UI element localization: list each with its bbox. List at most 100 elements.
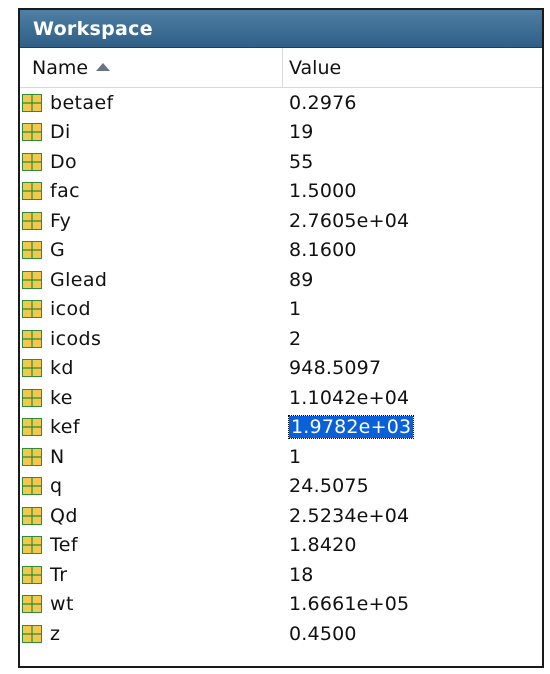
variable-value-cell[interactable]: 0.2976 xyxy=(283,92,542,114)
variable-value-cell[interactable]: 89 xyxy=(283,269,542,291)
variable-value-cell[interactable]: 24.5075 xyxy=(283,475,542,497)
variable-name: betaef xyxy=(50,91,114,114)
variable-name-cell[interactable]: icods xyxy=(20,328,283,350)
matrix-grid-icon xyxy=(22,211,42,230)
variable-name: N xyxy=(50,445,65,468)
variable-name: Glead xyxy=(50,268,108,291)
variable-name-cell[interactable]: Tr xyxy=(20,564,283,586)
variable-row[interactable]: z 0.4500 xyxy=(20,619,542,649)
variable-value-cell[interactable]: 2.7605e+04 xyxy=(283,210,542,232)
variable-name-cell[interactable]: G xyxy=(20,239,283,261)
variable-name-cell[interactable]: N xyxy=(20,446,283,468)
variable-name-cell[interactable]: Fy xyxy=(20,210,283,232)
variable-value-selected: 1.9782e+03 xyxy=(287,415,415,440)
variable-row[interactable]: Tr 18 xyxy=(20,560,542,590)
matrix-grid-icon xyxy=(22,123,42,142)
variable-row[interactable]: icod 1 xyxy=(20,295,542,325)
matrix-grid-icon xyxy=(22,182,42,201)
variable-value-cell[interactable]: 948.5097 xyxy=(283,357,542,379)
workspace-title-bar[interactable]: Workspace xyxy=(20,10,542,48)
name-column-header[interactable]: Name xyxy=(20,48,283,87)
variable-name-cell[interactable]: wt xyxy=(20,593,283,615)
variable-name: ke xyxy=(50,386,73,409)
variable-value: 1 xyxy=(289,298,302,321)
variable-value-cell[interactable]: 8.1600 xyxy=(283,239,542,261)
matrix-grid-icon xyxy=(22,595,42,614)
variable-value: 8.1600 xyxy=(289,239,357,262)
variable-name: Fy xyxy=(50,209,72,232)
matrix-grid-icon xyxy=(22,506,42,525)
variable-value-cell[interactable]: 1.5000 xyxy=(283,180,542,202)
variable-value-cell[interactable]: 1.1042e+04 xyxy=(283,387,542,409)
variable-row[interactable]: ke 1.1042e+04 xyxy=(20,383,542,413)
variable-value: 1.5000 xyxy=(289,180,357,203)
variable-name: icod xyxy=(50,298,92,321)
variable-value-cell[interactable]: 1.8420 xyxy=(283,534,542,556)
variable-value-cell[interactable]: 1.6661e+05 xyxy=(283,593,542,615)
variable-name-cell[interactable]: Qd xyxy=(20,505,283,527)
variable-row[interactable]: Di 19 xyxy=(20,118,542,148)
variable-name-cell[interactable]: ke xyxy=(20,387,283,409)
variable-row[interactable]: kef 1.9782e+03 xyxy=(20,413,542,443)
variable-name: q xyxy=(50,475,63,498)
matrix-grid-icon xyxy=(22,270,42,289)
variable-row[interactable]: Tef 1.8420 xyxy=(20,531,542,561)
matrix-grid-icon xyxy=(22,329,42,348)
variable-value: 2.5234e+04 xyxy=(289,504,410,527)
variable-name: Do xyxy=(50,150,78,173)
variable-row[interactable]: fac 1.5000 xyxy=(20,177,542,207)
variable-name-cell[interactable]: Tef xyxy=(20,534,283,556)
variable-name: fac xyxy=(50,180,80,203)
variable-name-cell[interactable]: fac xyxy=(20,180,283,202)
variable-name: z xyxy=(50,622,61,645)
matrix-grid-icon xyxy=(22,536,42,555)
variable-value: 2 xyxy=(289,327,302,350)
variable-value-cell[interactable]: 1.9782e+03 xyxy=(283,415,542,440)
variable-value: 19 xyxy=(289,121,314,144)
value-column-header[interactable]: Value xyxy=(283,48,542,87)
variable-row[interactable]: N1 xyxy=(20,442,542,472)
value-column-label: Value xyxy=(289,56,342,79)
variable-value: 1.8420 xyxy=(289,534,357,557)
variable-value-cell[interactable]: 18 xyxy=(283,564,542,586)
variable-row[interactable]: Do 55 xyxy=(20,147,542,177)
variable-value-cell[interactable]: 1 xyxy=(283,446,542,468)
matrix-grid-icon xyxy=(22,359,42,378)
variable-name: Qd xyxy=(50,504,78,527)
variable-name: kef xyxy=(50,416,80,439)
variable-name-cell[interactable]: Glead xyxy=(20,269,283,291)
variable-row[interactable]: Glead 89 xyxy=(20,265,542,295)
variable-name-cell[interactable]: icod xyxy=(20,298,283,320)
variable-name: icods xyxy=(50,327,102,350)
variable-row[interactable]: betaef 0.2976 xyxy=(20,88,542,118)
variable-value-cell[interactable]: 55 xyxy=(283,151,542,173)
variable-name-cell[interactable]: z xyxy=(20,623,283,645)
variable-value-cell[interactable]: 1 xyxy=(283,298,542,320)
sort-ascending-icon xyxy=(96,62,111,71)
variable-name-cell[interactable]: kef xyxy=(20,416,283,438)
variable-value-cell[interactable]: 2.5234e+04 xyxy=(283,505,542,527)
variable-value-cell[interactable]: 19 xyxy=(283,121,542,143)
variable-name-cell[interactable]: q xyxy=(20,475,283,497)
variable-name-cell[interactable]: betaef xyxy=(20,92,283,114)
variable-row[interactable]: kd 948.5097 xyxy=(20,354,542,384)
variable-row[interactable]: Qd 2.5234e+04 xyxy=(20,501,542,531)
variable-value-cell[interactable]: 2 xyxy=(283,328,542,350)
variable-row[interactable]: wt 1.6661e+05 xyxy=(20,590,542,620)
variable-value: 55 xyxy=(289,150,314,173)
variable-name-cell[interactable]: kd xyxy=(20,357,283,379)
variable-value: 18 xyxy=(289,563,314,586)
matrix-grid-icon xyxy=(22,565,42,584)
variable-row[interactable]: G 8.1600 xyxy=(20,236,542,266)
variable-row[interactable]: Fy 2.7605e+04 xyxy=(20,206,542,236)
variable-name-cell[interactable]: Do xyxy=(20,151,283,173)
variable-value-cell[interactable]: 0.4500 xyxy=(283,623,542,645)
variable-value: 0.2976 xyxy=(289,91,357,114)
variable-row[interactable]: icods 2 xyxy=(20,324,542,354)
variable-value: 2.7605e+04 xyxy=(289,209,410,232)
variable-row[interactable]: q 24.5075 xyxy=(20,472,542,502)
variable-value: 89 xyxy=(289,268,314,291)
variable-name-cell[interactable]: Di xyxy=(20,121,283,143)
name-column-label: Name xyxy=(32,56,89,79)
variable-value: 948.5097 xyxy=(289,357,382,380)
